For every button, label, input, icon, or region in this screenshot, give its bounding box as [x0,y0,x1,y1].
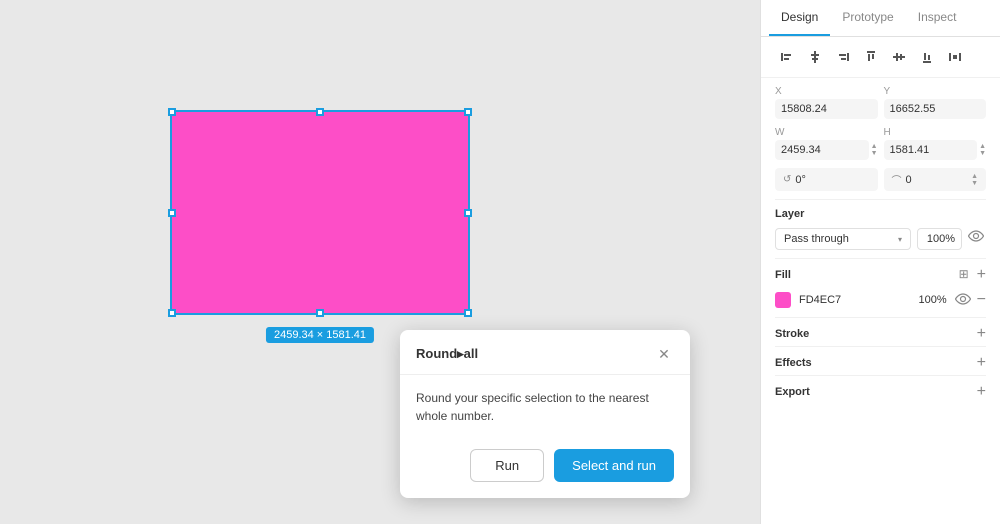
effects-section-header: Effects + [761,347,1000,375]
fill-section-title: Fill [775,269,791,281]
handle-tr[interactable] [464,108,472,116]
tab-inspect[interactable]: Inspect [906,0,969,36]
align-bottom-btn[interactable] [915,45,939,69]
fill-remove-icon[interactable]: − [977,291,986,309]
fill-icons: − [955,291,986,309]
y-input[interactable] [884,99,987,119]
handle-br[interactable] [464,309,472,317]
x-label: X [775,86,878,97]
fill-visibility-icon[interactable] [955,293,971,308]
handle-rm[interactable] [464,209,472,217]
effects-add-button[interactable]: + [977,355,986,371]
distribute-btn[interactable] [943,45,967,69]
handle-bl[interactable] [168,309,176,317]
fill-hex: FD4EC7 [799,294,904,306]
stroke-add-button[interactable]: + [977,326,986,342]
stroke-section-title: Stroke [775,328,809,340]
opacity-input[interactable] [917,228,962,250]
visibility-icon[interactable] [968,230,986,248]
y-label: Y [884,86,987,97]
run-button[interactable]: Run [470,449,544,482]
dialog-title: Round▸all [416,346,478,362]
chevron-down-icon: ▾ [898,235,902,244]
h-stepper[interactable]: ▲▼ [979,143,986,157]
canvas-shape[interactable] [170,110,470,315]
stroke-section-header: Stroke + [761,318,1000,346]
canvas: 2459.34 × 1581.41 Round▸all ✕ Round your… [0,0,760,524]
fill-swatch[interactable] [775,292,791,308]
fill-opacity: 100% [912,294,947,306]
selected-shape-wrapper: 2459.34 × 1581.41 [170,110,470,315]
tab-prototype[interactable]: Prototype [830,0,905,36]
rotation-icon: ↺ [783,174,791,185]
rotation-field[interactable]: ↺ 0° [775,168,878,191]
rotation-value: 0° [795,174,806,186]
position-fields: X Y [761,78,1000,127]
right-panel: Design Prototype Inspect [760,0,1000,524]
dialog-body: Round your specific selection to the nea… [400,375,690,439]
handle-tl[interactable] [168,108,176,116]
layer-section-title: Layer [761,200,1000,224]
w-stepper[interactable]: ▲▼ [871,143,878,157]
panel-tabs: Design Prototype Inspect [761,0,1000,37]
size-label: 2459.34 × 1581.41 [266,327,374,343]
handle-tm[interactable] [316,108,324,116]
align-top-btn[interactable] [859,45,883,69]
rotation-row: ↺ 0° ⌒ 0 ▲ ▼ [761,168,1000,199]
blend-mode-value: Pass through [784,233,849,245]
export-add-button[interactable]: + [977,384,986,400]
layer-row: Pass through ▾ [761,224,1000,258]
fill-section-header: Fill ⊞ + [761,259,1000,287]
export-section-header: Export + [761,376,1000,404]
h-input[interactable] [884,140,978,160]
dialog-actions: Run Select and run [400,439,690,498]
effects-section-title: Effects [775,357,812,369]
x-input[interactable] [775,99,878,119]
select-and-run-button[interactable]: Select and run [554,449,674,482]
corner-radius-icon: ⌒ [892,172,902,187]
align-right-btn[interactable] [831,45,855,69]
handle-bm[interactable] [316,309,324,317]
export-section-title: Export [775,386,810,398]
x-field: X [775,86,878,119]
tab-design[interactable]: Design [769,0,830,36]
y-field: Y [884,86,987,119]
dialog-header: Round▸all ✕ [400,330,690,375]
w-label: W [775,127,878,138]
align-center-h-btn[interactable] [803,45,827,69]
align-center-v-btn[interactable] [887,45,911,69]
w-field: W ▲▼ [775,127,878,160]
align-left-btn[interactable] [775,45,799,69]
w-input[interactable] [775,140,869,160]
fill-grid-icon[interactable]: ⊞ [959,267,969,283]
blend-mode-select[interactable]: Pass through ▾ [775,228,911,250]
close-button[interactable]: ✕ [654,344,674,364]
h-label: H [884,127,987,138]
size-fields: W ▲▼ H ▲▼ [761,127,1000,168]
corner-radius-value: 0 [906,174,912,186]
plugin-dialog: Round▸all ✕ Round your specific selectio… [400,330,690,498]
fill-add-icon[interactable]: + [977,267,986,283]
handle-lm[interactable] [168,209,176,217]
alignment-row [761,37,1000,78]
corner-radius-field[interactable]: ⌒ 0 ▲ ▼ [884,168,987,191]
corner-stepper[interactable]: ▲ ▼ [971,173,978,187]
fill-row: FD4EC7 100% − [761,287,1000,317]
h-field: H ▲▼ [884,127,987,160]
dialog-description: Round your specific selection to the nea… [416,391,649,423]
